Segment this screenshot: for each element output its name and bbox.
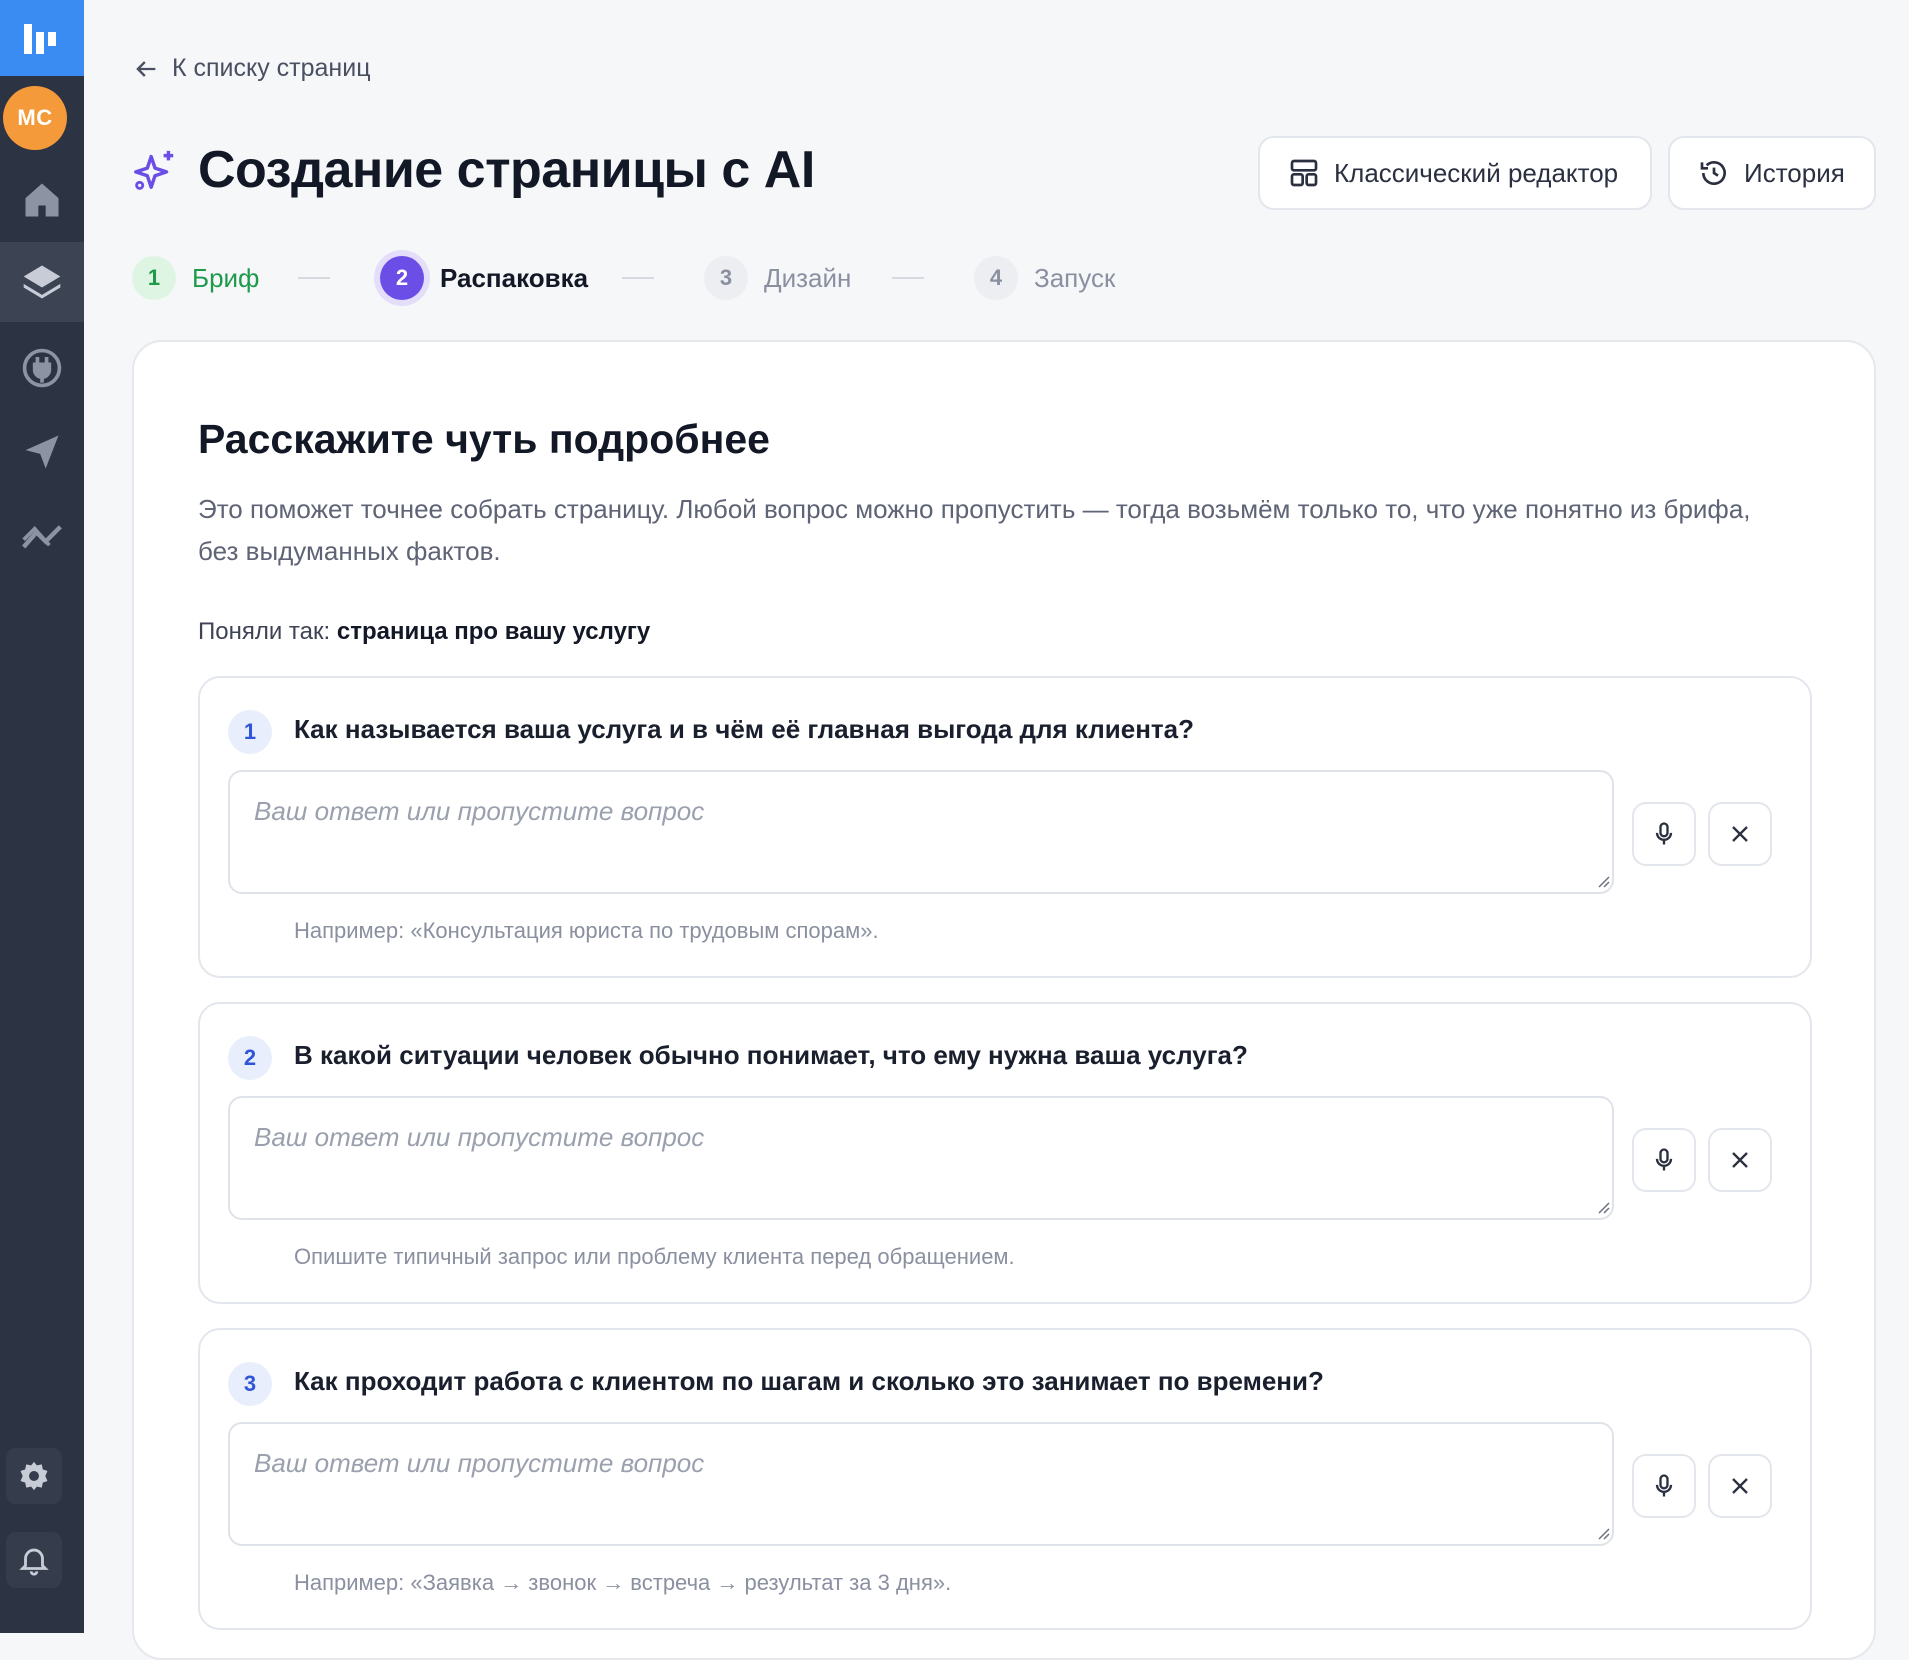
step-label: Бриф bbox=[192, 262, 260, 293]
sidebar-item-send[interactable] bbox=[0, 412, 84, 492]
understood-value: страница про вашу услугу bbox=[336, 618, 651, 645]
step-launch[interactable]: 4 Запуск bbox=[974, 250, 1115, 306]
question-number: 3 bbox=[228, 1362, 272, 1406]
question-card: 2 В какой ситуации человек обычно понима… bbox=[198, 1002, 1812, 1304]
questions-card: Расскажите чуть подробнее Это поможет то… bbox=[132, 340, 1876, 1660]
resize-handle-icon[interactable] bbox=[1596, 874, 1610, 888]
home-icon bbox=[25, 183, 59, 217]
close-icon bbox=[1732, 1478, 1748, 1494]
arrow-left-icon bbox=[136, 60, 156, 77]
gear-icon bbox=[20, 1461, 48, 1491]
history-label: История bbox=[1744, 157, 1845, 188]
step-label: Дизайн bbox=[764, 262, 852, 293]
plug-icon bbox=[22, 348, 62, 388]
microphone-icon bbox=[1655, 822, 1673, 845]
layers-icon bbox=[23, 265, 61, 299]
resize-handle-icon[interactable] bbox=[1596, 1526, 1610, 1540]
back-link[interactable]: К списку страниц bbox=[132, 54, 371, 83]
answer-input[interactable] bbox=[228, 1096, 1614, 1220]
sparkles-icon bbox=[134, 150, 174, 190]
question-number: 2 bbox=[228, 1036, 272, 1080]
answer-input[interactable] bbox=[228, 1422, 1614, 1546]
question-text: Как называется ваша услуга и в чём её гл… bbox=[294, 714, 1194, 744]
voice-input-button[interactable] bbox=[1632, 802, 1696, 866]
send-icon bbox=[25, 435, 59, 469]
close-icon bbox=[1732, 826, 1748, 842]
step-divider bbox=[892, 277, 924, 279]
microphone-icon bbox=[1655, 1148, 1673, 1171]
resize-handle-icon[interactable] bbox=[1596, 1200, 1610, 1214]
avatar[interactable]: MC bbox=[3, 86, 67, 150]
sidebar: MC bbox=[0, 0, 84, 1633]
voice-input-button[interactable] bbox=[1632, 1454, 1696, 1518]
analytics-icon bbox=[22, 525, 62, 549]
question-hint: Опишите типичный запрос или проблему кли… bbox=[294, 1244, 1015, 1269]
answer-input[interactable] bbox=[228, 770, 1614, 894]
step-number: 4 bbox=[974, 256, 1018, 300]
question-card: 3 Как проходит работа с клиентом по шага… bbox=[198, 1328, 1812, 1630]
sidebar-item-pages[interactable] bbox=[0, 242, 84, 322]
question-text: В какой ситуации человек обычно понимает… bbox=[294, 1040, 1248, 1070]
step-brief[interactable]: 1 Бриф bbox=[132, 250, 259, 306]
step-number: 2 bbox=[380, 256, 424, 300]
question-hint: Например: «Консультация юриста по трудов… bbox=[294, 918, 879, 943]
voice-input-button[interactable] bbox=[1632, 1128, 1696, 1192]
history-icon bbox=[1700, 161, 1726, 185]
step-label: Распаковка bbox=[440, 262, 589, 293]
classic-editor-label: Классический редактор bbox=[1334, 157, 1619, 188]
step-divider bbox=[298, 277, 330, 279]
sidebar-item-analytics[interactable] bbox=[0, 496, 84, 576]
sidebar-item-home[interactable] bbox=[0, 160, 84, 240]
logo-icon[interactable] bbox=[0, 0, 84, 76]
microphone-icon bbox=[1655, 1474, 1673, 1497]
title-row: Создание страницы с AI bbox=[132, 140, 815, 200]
understood-line: Поняли так: страница про вашу услугу bbox=[198, 618, 650, 646]
step-number: 3 bbox=[704, 256, 748, 300]
page-title: Создание страницы с AI bbox=[198, 141, 815, 199]
history-button[interactable]: История bbox=[1668, 136, 1876, 210]
question-hint: Например: «Заявка → звонок → встреча → р… bbox=[294, 1570, 952, 1595]
step-unpacking[interactable]: 2 Распаковка bbox=[380, 250, 588, 306]
layout-icon bbox=[1290, 159, 1318, 187]
step-design[interactable]: 3 Дизайн bbox=[704, 250, 851, 306]
skip-question-button[interactable] bbox=[1708, 1128, 1772, 1192]
card-subtitle: Это поможет точнее собрать страницу. Люб… bbox=[198, 494, 1751, 566]
card-title: Расскажите чуть подробнее bbox=[198, 416, 770, 462]
skip-question-button[interactable] bbox=[1708, 802, 1772, 866]
sidebar-item-integrations[interactable] bbox=[0, 328, 84, 408]
avatar-initials: MC bbox=[17, 105, 53, 130]
step-divider bbox=[622, 277, 654, 279]
understood-prefix: Поняли так: bbox=[198, 618, 331, 645]
step-label: Запуск bbox=[1034, 262, 1116, 293]
question-number: 1 bbox=[228, 710, 272, 754]
question-text: Как проходит работа с клиентом по шагам … bbox=[294, 1366, 1324, 1396]
sidebar-item-notifications[interactable] bbox=[6, 1532, 62, 1588]
skip-question-button[interactable] bbox=[1708, 1454, 1772, 1518]
sidebar-item-settings[interactable] bbox=[6, 1448, 62, 1504]
step-number: 1 bbox=[132, 256, 176, 300]
bell-icon bbox=[19, 1548, 49, 1576]
question-card: 1 Как называется ваша услуга и в чём её … bbox=[198, 676, 1812, 978]
logo-mark bbox=[24, 24, 56, 54]
back-link-label: К списку страниц bbox=[172, 54, 371, 82]
classic-editor-button[interactable]: Классический редактор bbox=[1258, 136, 1652, 210]
main-content: К списку страниц Создание страницы с AI … bbox=[84, 0, 1909, 1660]
close-icon bbox=[1732, 1152, 1748, 1168]
